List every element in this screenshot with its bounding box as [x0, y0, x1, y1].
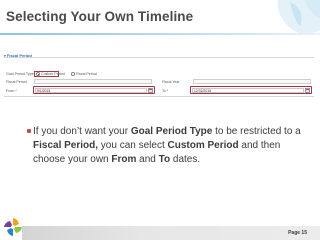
fiscal-year-label: Fiscal Year — [162, 80, 180, 84]
from-date-input[interactable]: 9/1/2015 — [35, 87, 147, 93]
footer-bar — [22, 226, 320, 240]
slide-title: Selecting Your Own Timeline — [6, 9, 194, 24]
panel-divider-bottom — [4, 96, 314, 97]
to-date-input[interactable]: 12/31/2015 — [192, 87, 304, 93]
from-label: From * — [6, 89, 17, 93]
fiscal-period-select[interactable] — [34, 79, 152, 84]
to-label: To * — [162, 89, 169, 93]
decorative-logo-corner — [277, 0, 320, 34]
calendar-icon[interactable] — [148, 87, 153, 93]
custom-period-label: Custom Period — [41, 72, 65, 76]
bullet-text: If you don’t want your Goal Period Type … — [33, 126, 301, 165]
calendar-icon[interactable] — [305, 87, 310, 93]
panel-divider-top — [4, 57, 314, 58]
fiscal-year-select[interactable] — [193, 79, 311, 84]
fiscal-period-option-label: Fiscal Period — [76, 72, 97, 76]
custom-period-radio[interactable] — [36, 72, 40, 76]
fiscal-period-radio[interactable] — [71, 72, 75, 76]
page-number: Page 15 — [288, 230, 307, 236]
bullet-paragraph: If you don’t want your Goal Period Type … — [26, 125, 311, 167]
goal-period-type-label: Goal Period Type — [6, 72, 34, 76]
fiscal-period-label: Fiscal Period — [6, 80, 27, 84]
pinwheel-logo-icon — [4, 218, 22, 236]
